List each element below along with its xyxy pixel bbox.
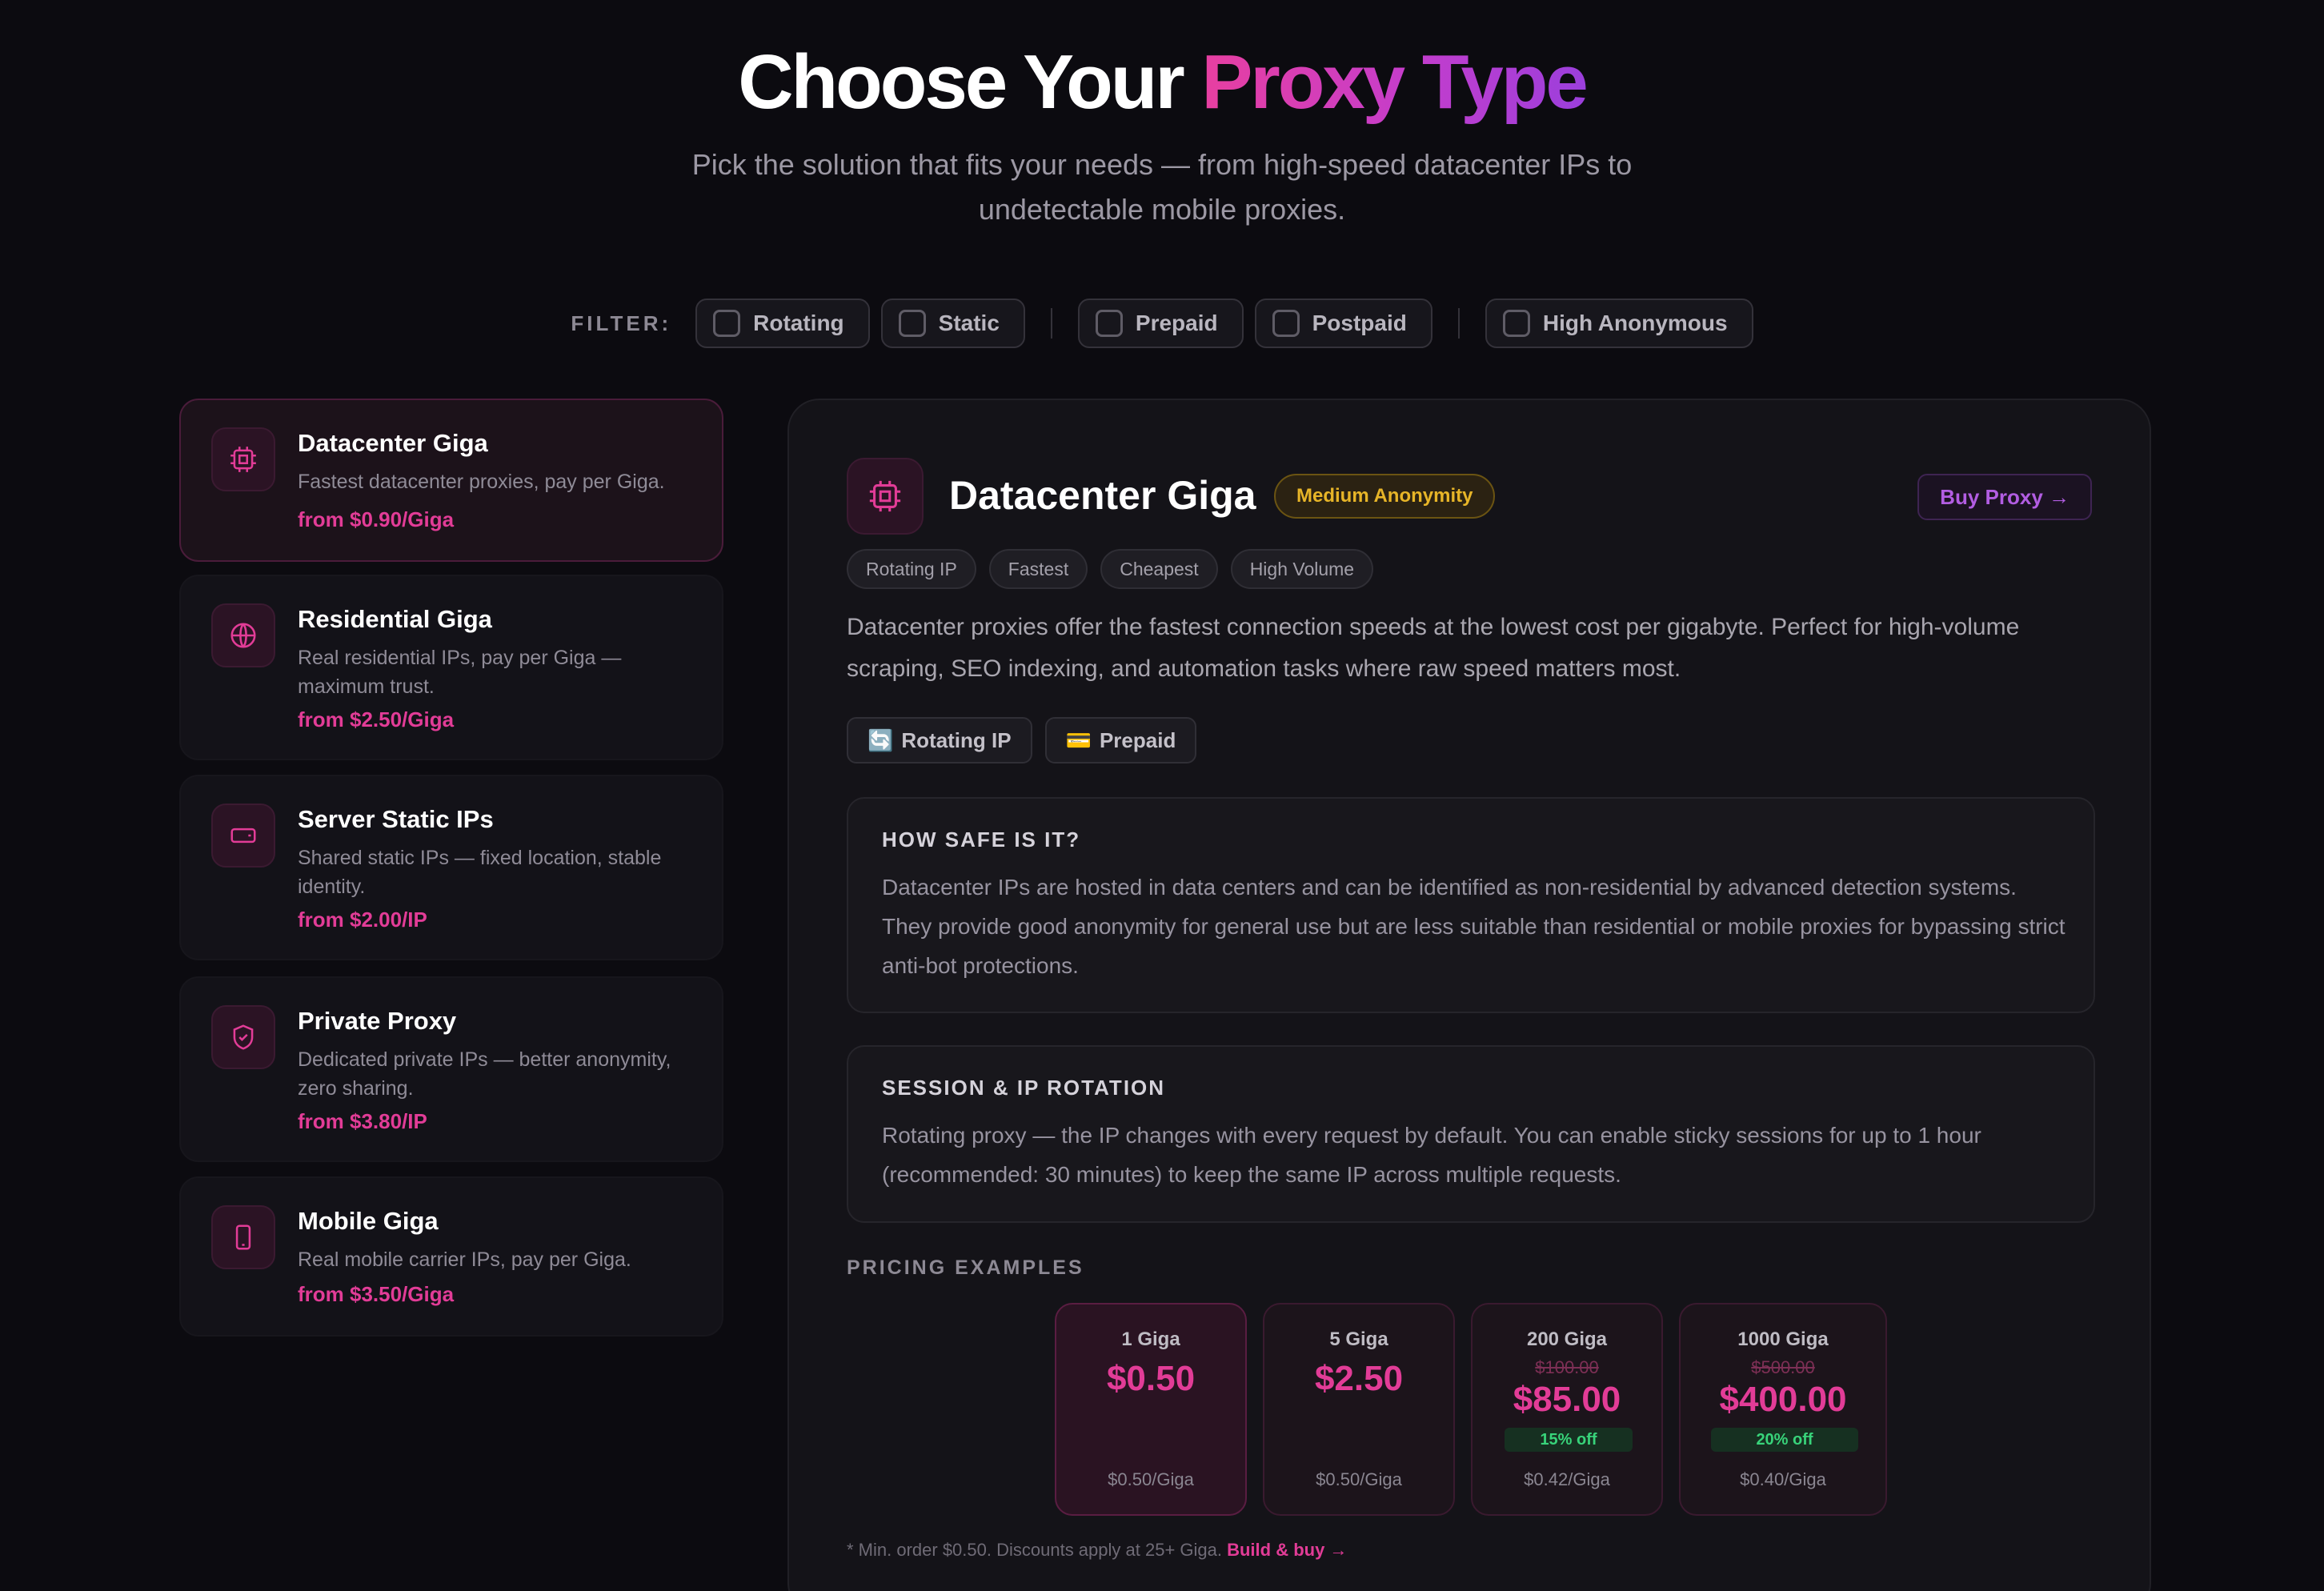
tier-price: $0.50	[1106, 1359, 1196, 1398]
filter-static[interactable]: Static	[880, 299, 1025, 348]
pricing-tier-1000-giga[interactable]: 1000 Giga $500.00 $400.00 20% off $0.40/…	[1679, 1303, 1887, 1516]
cpu-icon	[211, 427, 275, 491]
tag-high-volume: High Volume	[1230, 549, 1374, 589]
detail-title: Datacenter Giga	[949, 473, 1256, 518]
detail-description: Datacenter proxies offer the fastest con…	[847, 614, 2020, 682]
feature-label: Prepaid	[1099, 727, 1176, 752]
safety-section: HOW SAFE IS IT? Datacenter IPs are hoste…	[847, 797, 2095, 1013]
filter-option-label: Prepaid	[1135, 311, 1218, 335]
cpu-icon	[847, 458, 924, 535]
mobile-icon	[211, 1205, 275, 1269]
pricing-tier-1-giga[interactable]: 1 Giga $0.50 $0.50/Giga	[1055, 1303, 1247, 1516]
tag-rotating-ip: Rotating IP	[847, 549, 976, 589]
proxy-card-price: from $2.00/IP	[298, 908, 427, 932]
feature-rotating-ip: 🔄 Rotating IP	[847, 717, 1032, 763]
rotation-section: SESSION & IP ROTATION Rotating proxy — t…	[847, 1045, 2095, 1223]
section-body: Datacenter IPs are hosted in data center…	[882, 875, 2066, 978]
pricing-tier-200-giga[interactable]: 200 Giga $100.00 $85.00 15% off $0.42/Gi…	[1471, 1303, 1663, 1516]
tag-cheapest: Cheapest	[1100, 549, 1218, 589]
proxy-card-title: Datacenter Giga	[298, 429, 488, 457]
proxy-card-title: Mobile Giga	[298, 1207, 439, 1235]
filter-bar: FILTER: Rotating Static Prepaid Postpaid…	[0, 298, 2324, 349]
proxy-card-desc: Real mobile carrier IPs, pay per Giga.	[298, 1248, 631, 1271]
tier-old-price: $500.00	[1751, 1357, 1815, 1377]
proxy-card-price: from $3.50/Giga	[298, 1282, 455, 1306]
page-title: Choose Your Proxy Type	[0, 38, 2324, 126]
proxy-card-title: Private Proxy	[298, 1007, 457, 1035]
pricing-heading: PRICING EXAMPLES	[847, 1256, 1084, 1279]
checkbox[interactable]	[713, 310, 741, 337]
proxy-card-desc: Dedicated private IPs — better anonymity…	[298, 1048, 671, 1100]
rotate-icon: 🔄	[867, 727, 894, 752]
proxy-card-price: from $0.90/Giga	[298, 507, 455, 531]
tier-price: $400.00	[1719, 1380, 1847, 1419]
globe-icon	[211, 603, 275, 667]
server-icon	[211, 804, 275, 868]
filter-high-anonymous[interactable]: High Anonymous	[1485, 299, 1753, 348]
tier-amount: 1000 Giga	[1737, 1329, 1829, 1350]
proxy-card-desc: Real residential IPs, pay per Giga — max…	[298, 647, 622, 698]
page-title-accent: Proxy Type	[1201, 39, 1588, 125]
page-title-main: Choose Your	[738, 39, 1202, 125]
proxy-card-mobile-giga[interactable]: Mobile Giga Real mobile carrier IPs, pay…	[179, 1176, 723, 1337]
proxy-card-residential-giga[interactable]: Residential Giga Real residential IPs, p…	[179, 575, 723, 760]
tier-unit-price: $0.50/Giga	[1108, 1469, 1194, 1489]
tier-unit-price: $0.42/Giga	[1524, 1469, 1610, 1489]
checkbox[interactable]	[1272, 310, 1300, 337]
proxy-card-private-proxy[interactable]: Private Proxy Dedicated private IPs — be…	[179, 976, 723, 1162]
discount-badge: 20% off	[1711, 1428, 1858, 1452]
filter-label: FILTER:	[571, 311, 672, 335]
filter-option-label: Static	[938, 311, 1000, 335]
tier-unit-price: $0.40/Giga	[1740, 1469, 1826, 1489]
section-heading: SESSION & IP ROTATION	[882, 1076, 1166, 1100]
tier-price: $85.00	[1513, 1380, 1621, 1419]
tier-amount: 1 Giga	[1121, 1329, 1180, 1350]
proxy-detail-panel: Datacenter Giga Medium Anonymity Buy Pro…	[787, 399, 2151, 1591]
page-subtitle: Pick the solution that fits your needs —…	[691, 148, 1633, 226]
filter-rotating[interactable]: Rotating	[695, 299, 870, 348]
feature-list: 🔄 Rotating IP 💳 Prepaid	[847, 717, 1197, 763]
filter-divider	[1050, 308, 1052, 339]
tier-old-price: $100.00	[1535, 1357, 1599, 1377]
filter-option-label: Postpaid	[1312, 311, 1407, 335]
filter-prepaid[interactable]: Prepaid	[1077, 299, 1244, 348]
build-and-buy-link[interactable]: Build & buy →	[1227, 1540, 1347, 1560]
buy-proxy-button[interactable]: Buy Proxy →	[1917, 474, 2092, 520]
proxy-card-title: Server Static IPs	[298, 805, 494, 833]
tier-price: $2.50	[1314, 1359, 1404, 1398]
proxy-card-datacenter-giga[interactable]: Datacenter Giga Fastest datacenter proxi…	[179, 399, 723, 562]
section-heading: HOW SAFE IS IT?	[882, 828, 1081, 852]
pricing-footnote: * Min. order $0.50. Discounts apply at 2…	[847, 1540, 1347, 1561]
credit-card-icon: 💳	[1065, 727, 1092, 752]
checkbox[interactable]	[1502, 310, 1530, 337]
discount-badge: 15% off	[1505, 1428, 1633, 1452]
pricing-tiers: 1 Giga $0.50 $0.50/Giga 5 Giga $2.50 $0.…	[1055, 1303, 1887, 1516]
tier-unit-price: $0.50/Giga	[1316, 1469, 1402, 1489]
footnote-text: * Min. order $0.50. Discounts apply at 2…	[847, 1540, 1228, 1560]
detail-tags: Rotating IP Fastest Cheapest High Volume	[847, 549, 1374, 589]
section-body: Rotating proxy — the IP changes with eve…	[882, 1123, 1981, 1187]
anonymity-badge: Medium Anonymity	[1274, 474, 1496, 519]
proxy-card-price: from $3.80/IP	[298, 1109, 427, 1133]
tag-fastest: Fastest	[988, 549, 1088, 589]
proxy-card-title: Residential Giga	[298, 605, 492, 633]
feature-label: Rotating IP	[901, 727, 1012, 752]
filter-postpaid[interactable]: Postpaid	[1254, 299, 1432, 348]
filter-option-label: High Anonymous	[1542, 311, 1728, 335]
checkbox[interactable]	[898, 310, 926, 337]
proxy-card-server-static-ips[interactable]: Server Static IPs Shared static IPs — fi…	[179, 775, 723, 960]
checkbox[interactable]	[1095, 310, 1123, 337]
proxy-card-desc: Fastest datacenter proxies, pay per Giga…	[298, 471, 665, 493]
tier-amount: 200 Giga	[1526, 1329, 1608, 1350]
tier-amount: 5 Giga	[1329, 1329, 1388, 1350]
filter-option-label: Rotating	[753, 311, 844, 335]
proxy-card-desc: Shared static IPs — fixed location, stab…	[298, 847, 662, 898]
filter-divider	[1457, 308, 1460, 339]
shield-check-icon	[211, 1005, 275, 1069]
feature-prepaid: 💳 Prepaid	[1044, 717, 1197, 763]
proxy-card-price: from $2.50/Giga	[298, 707, 455, 731]
pricing-tier-5-giga[interactable]: 5 Giga $2.50 $0.50/Giga	[1263, 1303, 1455, 1516]
